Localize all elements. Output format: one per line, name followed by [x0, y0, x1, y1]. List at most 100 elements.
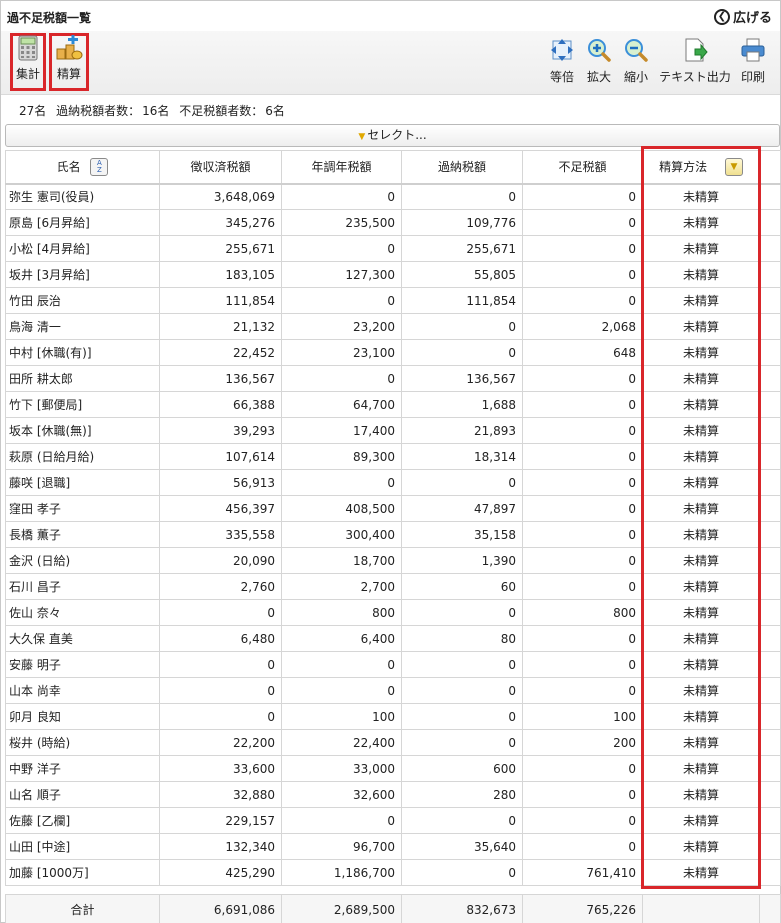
select-bar[interactable]: ▼ セレクト...	[5, 124, 780, 147]
cell-settle-method[interactable]: 未精算	[642, 833, 760, 860]
cell-settle-method[interactable]: 未精算	[642, 313, 760, 340]
table-row[interactable]: 山名 順子 32,880 32,600 280 0 未精算	[5, 781, 781, 808]
cell-name: 安藤 明子	[5, 651, 160, 678]
cell-settle-method[interactable]: 未精算	[642, 599, 760, 626]
cell-overpaid: 80	[401, 625, 523, 652]
zoom-in-button[interactable]: 拡大	[583, 33, 615, 91]
actual-size-button[interactable]: 等倍	[546, 33, 578, 91]
row-spacer	[759, 729, 781, 756]
cell-overpaid: 600	[401, 755, 523, 782]
table-row[interactable]: 佐藤 [乙欄] 229,157 0 0 0 未精算	[5, 807, 781, 834]
cell-settle-method[interactable]: 未精算	[642, 261, 760, 288]
cell-overpaid: 109,776	[401, 209, 523, 236]
table-row[interactable]: 竹下 [郵便局] 66,388 64,700 1,688 0 未精算	[5, 391, 781, 418]
cell-settle-method[interactable]: 未精算	[642, 417, 760, 444]
cell-settle-method[interactable]: 未精算	[642, 651, 760, 678]
cell-overpaid: 21,893	[401, 417, 523, 444]
cell-name: 長橋 薫子	[5, 521, 160, 548]
cell-settle-method[interactable]: 未精算	[642, 703, 760, 730]
table-row[interactable]: 桜井 (時給) 22,200 22,400 0 200 未精算	[5, 729, 781, 756]
cell-settle-method[interactable]: 未精算	[642, 365, 760, 392]
row-spacer	[759, 625, 781, 652]
text-export-button[interactable]: テキスト出力	[657, 33, 733, 91]
cell-settle-method[interactable]: 未精算	[642, 859, 760, 886]
cell-settle-method[interactable]: 未精算	[642, 469, 760, 496]
row-spacer	[759, 209, 781, 236]
cell-settle-method[interactable]: 未精算	[642, 573, 760, 600]
table-row[interactable]: 金沢 (日給) 20,090 18,700 1,390 0 未精算	[5, 547, 781, 574]
header-overpaid[interactable]: 過納税額	[401, 150, 523, 185]
settle-button[interactable]: 精算	[49, 33, 89, 91]
print-button[interactable]: 印刷	[737, 33, 769, 91]
table-row[interactable]: 石川 昌子 2,760 2,700 60 0 未精算	[5, 573, 781, 600]
table-row[interactable]: 卯月 良知 0 100 0 100 未精算	[5, 703, 781, 730]
cell-shortfall: 200	[522, 729, 643, 756]
header-settle-method[interactable]: 精算方法 ▼	[642, 150, 760, 185]
table-row[interactable]: 窪田 孝子 456,397 408,500 47,897 0 未精算	[5, 495, 781, 522]
cell-settle-method[interactable]: 未精算	[642, 729, 760, 756]
table-row[interactable]: 藤咲 [退職] 56,913 0 0 0 未精算	[5, 469, 781, 496]
cell-annual-tax: 6,400	[281, 625, 402, 652]
zoom-out-button[interactable]: 縮小	[620, 33, 652, 91]
table-row[interactable]: 坂本 [休職(無)] 39,293 17,400 21,893 0 未精算	[5, 417, 781, 444]
cell-withheld: 22,452	[159, 339, 282, 366]
table-row[interactable]: 佐山 奈々 0 800 0 800 未精算	[5, 599, 781, 626]
cell-overpaid: 0	[401, 677, 523, 704]
cell-withheld: 21,132	[159, 313, 282, 340]
sort-icon[interactable]: AZ	[90, 158, 109, 176]
table-row[interactable]: 中野 洋子 33,600 33,000 600 0 未精算	[5, 755, 781, 782]
cell-settle-method[interactable]: 未精算	[642, 235, 760, 262]
row-spacer	[759, 235, 781, 262]
cell-settle-method[interactable]: 未精算	[642, 625, 760, 652]
row-spacer	[759, 443, 781, 470]
cell-settle-method[interactable]: 未精算	[642, 781, 760, 808]
table-row[interactable]: 安藤 明子 0 0 0 0 未精算	[5, 651, 781, 678]
header-shortfall[interactable]: 不足税額	[522, 150, 643, 185]
cell-shortfall: 0	[522, 833, 643, 860]
filter-dropdown-icon[interactable]: ▼	[724, 158, 743, 176]
table-row[interactable]: 小松 [4月昇給] 255,671 0 255,671 0 未精算	[5, 235, 781, 262]
cell-settle-method[interactable]: 未精算	[642, 209, 760, 236]
cell-withheld: 66,388	[159, 391, 282, 418]
cell-settle-method[interactable]: 未精算	[642, 755, 760, 782]
table-row[interactable]: 山田 [中途] 132,340 96,700 35,640 0 未精算	[5, 833, 781, 860]
table-row[interactable]: 鳥海 清一 21,132 23,200 0 2,068 未精算	[5, 313, 781, 340]
cell-shortfall: 800	[522, 599, 643, 626]
cell-settle-method[interactable]: 未精算	[642, 547, 760, 574]
cell-settle-method[interactable]: 未精算	[642, 677, 760, 704]
cell-settle-method[interactable]: 未精算	[642, 443, 760, 470]
cell-shortfall: 0	[522, 235, 643, 262]
cell-settle-method[interactable]: 未精算	[642, 339, 760, 366]
print-label: 印刷	[740, 70, 765, 84]
cell-shortfall: 0	[522, 417, 643, 444]
cell-settle-method[interactable]: 未精算	[642, 391, 760, 418]
cell-name: 加藤 [1000万]	[5, 859, 160, 886]
cell-settle-method[interactable]: 未精算	[642, 495, 760, 522]
cell-settle-method[interactable]: 未精算	[642, 287, 760, 314]
table-row[interactable]: 原島 [6月昇給] 345,276 235,500 109,776 0 未精算	[5, 209, 781, 236]
cell-annual-tax: 18,700	[281, 547, 402, 574]
table-row[interactable]: 弥生 憲司(役員) 3,648,069 0 0 0 未精算	[5, 183, 781, 210]
table-row[interactable]: 加藤 [1000万] 425,290 1,186,700 0 761,410 未精算	[5, 859, 781, 886]
cell-withheld: 6,480	[159, 625, 282, 652]
cell-annual-tax: 408,500	[281, 495, 402, 522]
header-name[interactable]: 氏名 AZ	[5, 150, 160, 185]
expand-button[interactable]: ❮ 広げる	[713, 7, 772, 26]
table-row[interactable]: 田所 耕太郎 136,567 0 136,567 0 未精算	[5, 365, 781, 392]
cell-overpaid: 0	[401, 807, 523, 834]
table-row[interactable]: 中村 [休職(有)] 22,452 23,100 0 648 未精算	[5, 339, 781, 366]
tally-button[interactable]: 集計	[10, 33, 46, 91]
table-row[interactable]: 山本 尚幸 0 0 0 0 未精算	[5, 677, 781, 704]
cell-settle-method[interactable]: 未精算	[642, 807, 760, 834]
cell-settle-method[interactable]: 未精算	[642, 521, 760, 548]
cell-settle-method[interactable]: 未精算	[642, 183, 760, 210]
cell-name: 藤咲 [退職]	[5, 469, 160, 496]
table-row[interactable]: 萩原 (日給月給) 107,614 89,300 18,314 0 未精算	[5, 443, 781, 470]
table-row[interactable]: 坂井 [3月昇給] 183,105 127,300 55,805 0 未精算	[5, 261, 781, 288]
table-row[interactable]: 竹田 辰治 111,854 0 111,854 0 未精算	[5, 287, 781, 314]
header-withheld[interactable]: 徴収済税額	[159, 150, 282, 185]
table-row[interactable]: 大久保 直美 6,480 6,400 80 0 未精算	[5, 625, 781, 652]
cell-overpaid: 18,314	[401, 443, 523, 470]
header-annual-tax[interactable]: 年調年税額	[281, 150, 402, 185]
table-row[interactable]: 長橋 薫子 335,558 300,400 35,158 0 未精算	[5, 521, 781, 548]
